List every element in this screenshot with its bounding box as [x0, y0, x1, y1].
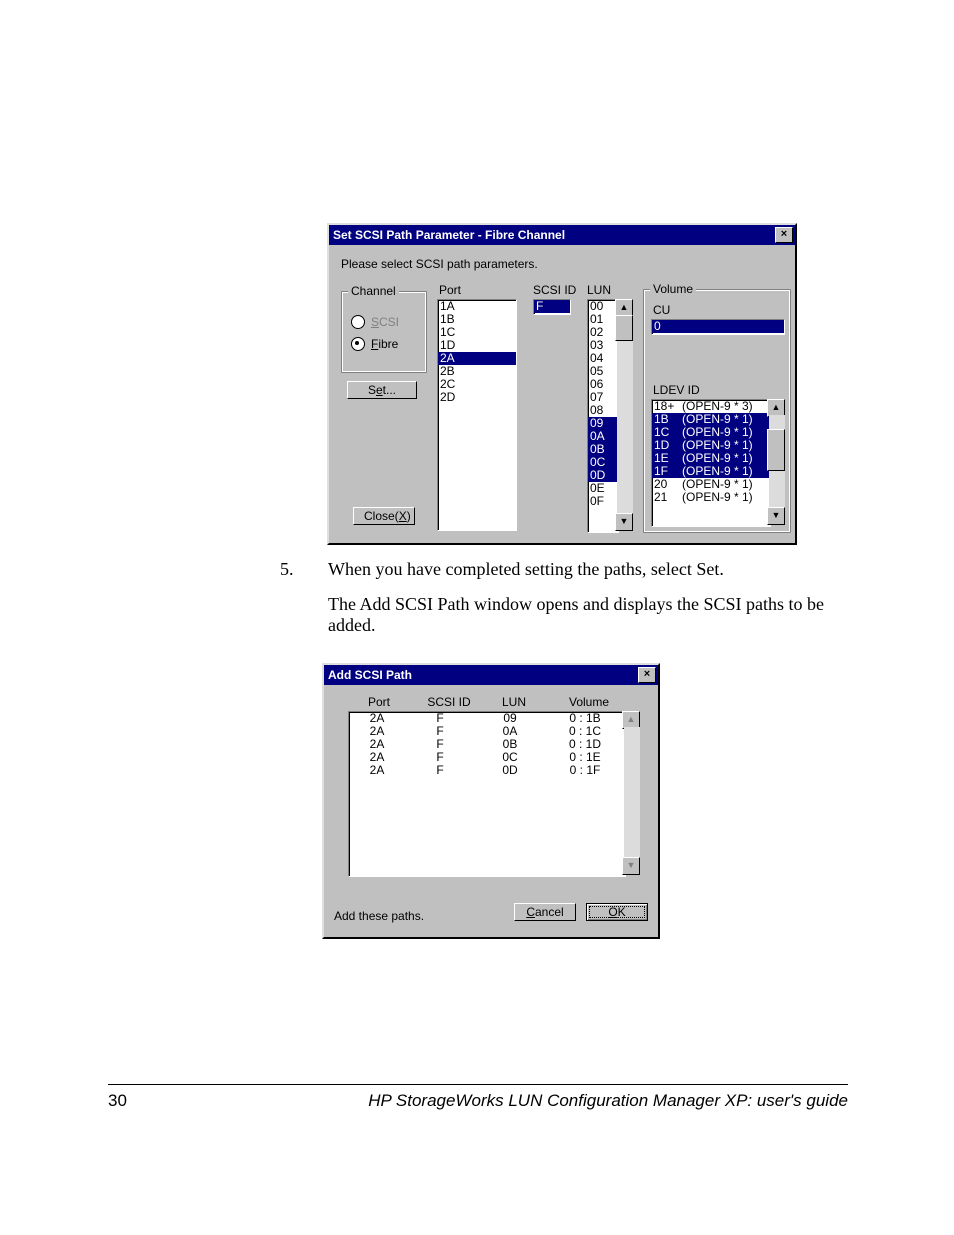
page-footer: 30 HP StorageWorks LUN Configuration Man…	[108, 1084, 848, 1111]
scroll-down-icon: ▼	[622, 857, 640, 875]
volume-legend: Volume	[650, 282, 696, 296]
list-item[interactable]: 0F	[588, 495, 618, 508]
dialog-title: Add SCSI Path	[328, 668, 412, 682]
step-5: 5.When you have completed setting the pa…	[304, 559, 844, 580]
list-item[interactable]: 2D	[438, 391, 516, 404]
table-row[interactable]: 2AF0D0 : 1F	[349, 764, 625, 777]
cu-listbox[interactable]: 0	[651, 319, 785, 335]
dialog-title: Set SCSI Path Parameter - Fibre Channel	[333, 228, 565, 242]
channel-groupbox: Channel	[341, 291, 427, 373]
scrollbar-thumb[interactable]	[767, 429, 785, 471]
scroll-down-icon[interactable]: ▼	[615, 513, 633, 531]
paths-listbox-wrap: 2AF090 : 1B2AF0A0 : 1C2AF0B0 : 1D2AF0C0 …	[348, 711, 640, 875]
close-button[interactable]: Close(X)	[353, 507, 415, 525]
radio-fibre-label: Fibre	[371, 337, 398, 351]
add-these-paths-label: Add these paths.	[334, 909, 424, 923]
paragraph: The Add SCSI Path window opens and displ…	[304, 594, 844, 636]
footer-title: HP StorageWorks LUN Configuration Manage…	[368, 1091, 848, 1111]
page-number: 30	[108, 1091, 127, 1110]
scrollbar-thumb[interactable]	[615, 315, 633, 341]
ldev-label: LDEV ID	[653, 383, 700, 397]
col-port: Port	[354, 695, 404, 709]
col-scsiid: SCSI ID	[414, 695, 484, 709]
radio-icon	[351, 337, 365, 351]
port-listbox[interactable]: 1A1B1C1D2A2B2C2D	[437, 299, 517, 531]
close-icon[interactable]: ×	[638, 667, 656, 683]
titlebar: Set SCSI Path Parameter - Fibre Channel …	[329, 225, 795, 245]
port-label: Port	[439, 283, 461, 297]
channel-legend: Channel	[348, 284, 399, 298]
dialog-add-scsi-path: Add SCSI Path × Port SCSI ID LUN Volume …	[322, 663, 660, 939]
scsiid-label: SCSI ID	[533, 283, 576, 297]
radio-scsi: SCSI	[351, 315, 399, 329]
step-text: When you have completed setting the path…	[328, 559, 724, 579]
scroll-down-icon[interactable]: ▼	[767, 507, 785, 525]
scsiid-listbox[interactable]: F	[533, 299, 571, 315]
list-item[interactable]: 0	[652, 320, 784, 333]
cancel-button[interactable]: Cancel	[514, 903, 576, 921]
dialog-set-scsi-path-parameter: Set SCSI Path Parameter - Fibre Channel …	[327, 223, 797, 545]
ldev-listbox[interactable]: 18+(OPEN-9 * 3)1B(OPEN-9 * 1)1C(OPEN-9 *…	[651, 399, 771, 527]
step-number: 5.	[304, 559, 328, 580]
paths-listbox[interactable]: 2AF090 : 1B2AF0A0 : 1C2AF0B0 : 1D2AF0C0 …	[348, 711, 626, 877]
set-button[interactable]: Set...	[347, 381, 417, 399]
ok-button[interactable]: OK	[586, 903, 648, 921]
instruction-text: Please select SCSI path parameters.	[341, 257, 538, 271]
cu-label: CU	[653, 303, 670, 317]
list-item[interactable]: F	[534, 300, 570, 313]
ldev-listbox-wrap: 18+(OPEN-9 * 3)1B(OPEN-9 * 1)1C(OPEN-9 *…	[651, 399, 785, 525]
titlebar: Add SCSI Path ×	[324, 665, 658, 685]
col-lun: LUN	[484, 695, 544, 709]
page: Set SCSI Path Parameter - Fibre Channel …	[0, 0, 954, 1235]
lun-label: LUN	[587, 283, 611, 297]
close-icon[interactable]: ×	[775, 227, 793, 243]
col-volume: Volume	[554, 695, 624, 709]
radio-scsi-label: SCSI	[371, 315, 399, 329]
radio-fibre[interactable]: Fibre	[351, 337, 398, 351]
scrollbar-track[interactable]	[617, 315, 633, 515]
lun-listbox-wrap: 000102030405060708090A0B0C0D0E0F ▲ ▼	[587, 299, 633, 531]
scrollbar-track	[624, 727, 640, 859]
list-item[interactable]: 21(OPEN-9 * 1)	[652, 491, 770, 504]
radio-icon	[351, 315, 365, 329]
